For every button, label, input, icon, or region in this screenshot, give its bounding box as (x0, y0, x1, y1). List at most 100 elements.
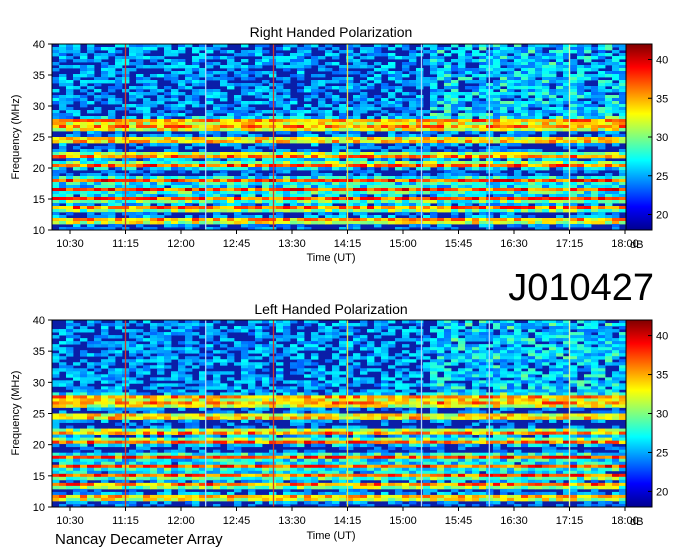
spectrogram-cell (542, 104, 550, 108)
spectrogram-cell (521, 131, 529, 135)
spectrogram-cell (493, 113, 501, 117)
spectrogram-cell (360, 338, 368, 342)
spectrogram-cell (150, 137, 158, 141)
spectrogram-cell (248, 53, 256, 57)
spectrogram-cell (276, 320, 284, 324)
spectrogram-cell (234, 152, 242, 156)
spectrogram-cell (66, 371, 74, 375)
spectrogram-cell (192, 59, 200, 63)
spectrogram-cell (269, 146, 277, 150)
spectrogram-cell (584, 182, 592, 186)
spectrogram-cell (395, 119, 403, 123)
spectrogram-cell (136, 218, 144, 222)
spectrogram-cell (479, 356, 487, 360)
spectrogram-cell (150, 134, 158, 138)
spectrogram-cell (388, 209, 396, 213)
spectrogram-cell (304, 176, 312, 180)
spectrogram-cell (367, 185, 375, 189)
spectrogram-cell (584, 56, 592, 60)
spectrogram-cell (234, 137, 242, 141)
spectrogram-cell (570, 374, 578, 378)
spectrogram-cell (612, 83, 620, 87)
spectrogram-cell (556, 143, 564, 147)
spectrogram-cell (479, 113, 487, 117)
spectrogram-cell (458, 104, 466, 108)
spectrogram-cell (59, 365, 67, 369)
spectrogram-cell (353, 194, 361, 198)
spectrogram-cell (290, 128, 298, 132)
spectrogram-cell (535, 86, 543, 90)
spectrogram-cell (73, 206, 81, 210)
spectrogram-cell (339, 350, 347, 354)
spectrogram-cell (430, 59, 438, 63)
spectrogram-cell (52, 140, 60, 144)
spectrogram-cell (136, 203, 144, 207)
spectrogram-cell (241, 326, 249, 330)
spectrogram-cell (612, 329, 620, 333)
spectrogram-cell (94, 191, 102, 195)
spectrogram-cell (570, 200, 578, 204)
spectrogram-cell (304, 116, 312, 120)
spectrogram-cell (416, 209, 424, 213)
spectrogram-cell (619, 179, 627, 183)
spectrogram-cell (535, 332, 543, 336)
spectrogram-cell (73, 128, 81, 132)
spectrogram-cell (108, 359, 116, 363)
spectrogram-cell (290, 350, 298, 354)
spectrogram-cell (577, 179, 585, 183)
spectrogram-cell (381, 176, 389, 180)
spectrogram-cell (458, 59, 466, 63)
spectrogram-cell (500, 161, 508, 165)
spectrogram-cell (304, 344, 312, 348)
spectrogram-cell (458, 65, 466, 69)
spectrogram-cell (73, 134, 81, 138)
spectrogram-cell (283, 65, 291, 69)
spectrogram-cell (262, 152, 270, 156)
spectrogram-cell (619, 221, 627, 225)
spectrogram-cell (220, 173, 228, 177)
spectrogram-cell (493, 323, 501, 327)
spectrogram-cell (458, 155, 466, 159)
spectrogram-cell (171, 95, 179, 99)
spectrogram-cell (507, 50, 515, 54)
spectrogram-cell (409, 107, 417, 111)
spectrogram-cell (612, 44, 620, 48)
spectrogram-cell (171, 176, 179, 180)
spectrogram-cell (283, 164, 291, 168)
spectrogram-cell (605, 104, 613, 108)
spectrogram-cell (514, 371, 522, 375)
spectrogram-cell (549, 56, 557, 60)
spectrogram-cell (325, 179, 333, 183)
spectrogram-cell (332, 77, 340, 81)
spectrogram-cell (619, 104, 627, 108)
spectrogram-cell (129, 50, 137, 54)
spectrogram-cell (94, 377, 102, 381)
spectrogram-cell (584, 107, 592, 111)
spectrogram-cell (556, 323, 564, 327)
spectrogram-cell (318, 83, 326, 87)
spectrogram-cell (150, 170, 158, 174)
spectrogram-cell (493, 53, 501, 57)
spectrogram-cell (283, 152, 291, 156)
spectrogram-cell (598, 80, 606, 84)
spectrogram-cell (108, 155, 116, 159)
spectrogram-cell (234, 65, 242, 69)
spectrogram-cell (584, 167, 592, 171)
spectrogram-cell (584, 176, 592, 180)
spectrogram-cell (241, 131, 249, 135)
spectrogram-cell (283, 161, 291, 165)
spectrogram-cell (206, 50, 214, 54)
spectrogram-cell (164, 344, 172, 348)
spectrogram-cell (605, 188, 613, 192)
spectrogram-cell (584, 374, 592, 378)
spectrogram-cell (136, 338, 144, 342)
spectrogram-cell (129, 320, 137, 324)
spectrogram-cell (507, 359, 515, 363)
spectrogram-cell (52, 215, 60, 219)
spectrogram-cell (192, 194, 200, 198)
spectrogram-cell (444, 179, 452, 183)
spectrogram-cell (591, 335, 599, 339)
spectrogram-cell (472, 182, 480, 186)
spectrogram-cell (157, 191, 165, 195)
spectrogram-cell (402, 191, 410, 195)
